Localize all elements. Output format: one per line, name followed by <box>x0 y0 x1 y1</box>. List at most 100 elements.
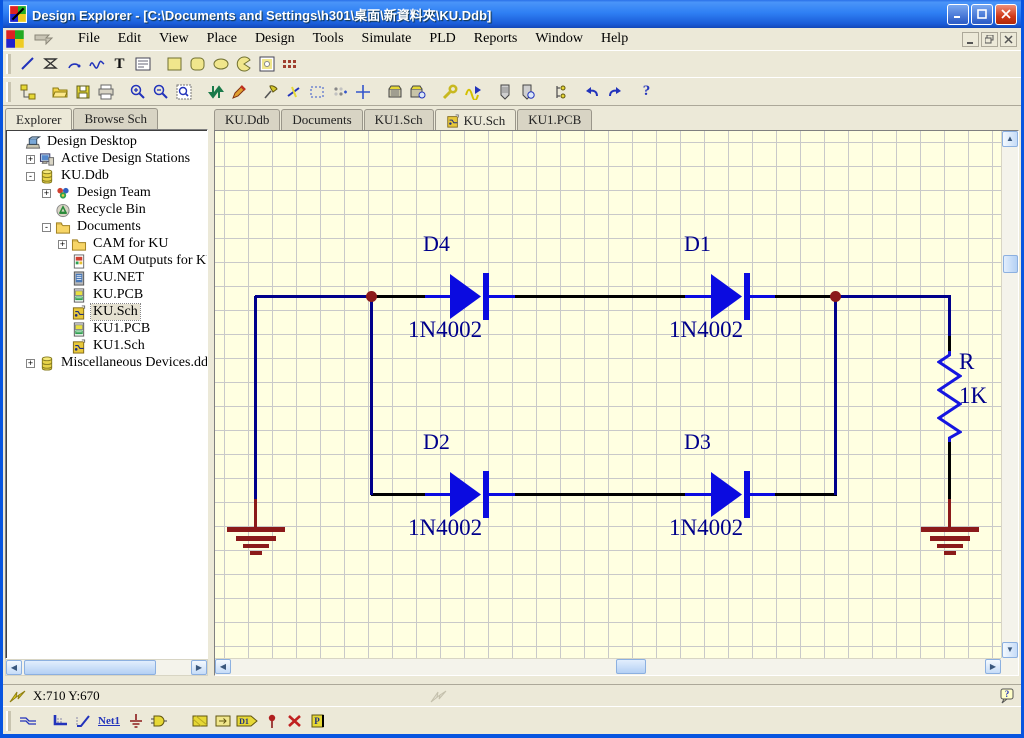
diode-D2[interactable] <box>450 470 492 519</box>
crosshair-icon[interactable] <box>351 81 374 103</box>
bus-entry-tool-icon[interactable] <box>71 710 94 732</box>
tree-item-ku-pcb[interactable]: KU.PCB <box>10 287 207 303</box>
tree-label[interactable]: KU.PCB <box>91 287 145 303</box>
ellipse-tool-icon[interactable] <box>209 53 232 75</box>
rectangle-tool-icon[interactable] <box>163 53 186 75</box>
zoom-area-icon[interactable] <box>172 81 195 103</box>
sheet-entry-tool-icon[interactable] <box>211 710 234 732</box>
menu-simulate[interactable]: Simulate <box>353 29 421 49</box>
doc-tab-ku-ddb[interactable]: KU.Ddb <box>214 109 280 130</box>
polygon-tool-icon[interactable] <box>39 53 62 75</box>
tree-item-miscellaneous-devices[interactable]: + Miscellaneous Devices.ddb <box>10 355 207 371</box>
tree-label[interactable]: Recycle Bin <box>75 202 148 218</box>
maximize-button[interactable] <box>971 4 993 25</box>
part-D4[interactable]: 1N4002 <box>408 317 482 343</box>
line-tool-icon[interactable] <box>16 53 39 75</box>
tree-label[interactable]: KU1.PCB <box>91 321 152 337</box>
junction-tool-icon[interactable] <box>260 710 283 732</box>
text-tool-icon[interactable]: T <box>108 53 131 75</box>
open-document-icon[interactable] <box>48 81 71 103</box>
menu-app-icon[interactable] <box>5 29 25 49</box>
tree-label[interactable]: Miscellaneous Devices.ddb <box>59 355 208 371</box>
tree-item-ku1-pcb[interactable]: KU1.PCB <box>10 321 207 337</box>
tree-item-ku1-sch[interactable]: KU1.Sch <box>10 338 207 354</box>
diode-lead[interactable] <box>425 493 452 496</box>
expander[interactable]: + <box>58 240 67 249</box>
wire[interactable] <box>775 493 837 496</box>
expander[interactable]: + <box>42 189 51 198</box>
select-area-icon[interactable] <box>305 81 328 103</box>
tree-label[interactable]: KU1.Sch <box>91 338 147 354</box>
doc-tab-ku-sch[interactable]: KU.Sch <box>435 109 517 131</box>
wire[interactable] <box>371 493 427 496</box>
mdi-minimize-button[interactable] <box>962 32 979 47</box>
canvas-vertical-scrollbar[interactable]: ▲ ▼ <box>1001 131 1018 658</box>
wire[interactable] <box>255 295 372 298</box>
junction-dot[interactable] <box>830 291 841 302</box>
tab-explorer[interactable]: Explorer <box>5 108 72 130</box>
wire[interactable] <box>948 440 951 501</box>
bezier-tool-icon[interactable] <box>85 53 108 75</box>
menu-window[interactable]: Window <box>526 29 592 49</box>
tree-label[interactable]: CAM for KU <box>91 236 170 252</box>
pie-tool-icon[interactable] <box>232 53 255 75</box>
library-browse-icon[interactable] <box>406 81 429 103</box>
zoom-out-icon[interactable] <box>149 81 172 103</box>
tree-label[interactable]: Design Team <box>75 185 153 201</box>
menu-place[interactable]: Place <box>198 29 246 49</box>
refdes-D4[interactable]: D4 <box>423 231 450 257</box>
menu-tools[interactable]: Tools <box>304 29 353 49</box>
edit-wand-icon[interactable] <box>227 81 250 103</box>
doc-tab-ku1-pcb[interactable]: KU1.PCB <box>517 109 592 130</box>
menu-design[interactable]: Design <box>246 29 304 49</box>
wire[interactable] <box>775 295 837 298</box>
menu-help[interactable]: Help <box>592 29 637 49</box>
move-selection-icon[interactable] <box>328 81 351 103</box>
expander[interactable]: - <box>42 223 51 232</box>
part-D3[interactable]: 1N4002 <box>669 515 743 541</box>
wire[interactable] <box>254 296 257 501</box>
array-paste-tool-icon[interactable] <box>278 53 301 75</box>
refdes-D2[interactable]: D2 <box>423 429 450 455</box>
tree-item-cam-outputs-for-ku[interactable]: CAM Outputs for KU <box>10 253 207 269</box>
wire[interactable] <box>371 295 427 298</box>
expander[interactable]: + <box>26 155 35 164</box>
zoom-in-icon[interactable] <box>126 81 149 103</box>
menu-edit[interactable]: Edit <box>109 29 150 49</box>
bus-tool-icon[interactable] <box>48 710 71 732</box>
toolbar-grip[interactable] <box>6 82 11 102</box>
simulate-run-icon[interactable] <box>461 81 484 103</box>
scroll-up-arrow[interactable]: ▲ <box>1002 131 1018 147</box>
save-icon[interactable] <box>71 81 94 103</box>
refdes-D1[interactable]: D1 <box>684 231 711 257</box>
power-port-tool-icon[interactable] <box>124 710 147 732</box>
menu-reports[interactable]: Reports <box>465 29 527 49</box>
wrench-icon[interactable] <box>438 81 461 103</box>
doc-tab-ku1-sch[interactable]: KU1.Sch <box>364 109 434 130</box>
text-frame-tool-icon[interactable] <box>131 53 154 75</box>
tree-label[interactable]: CAM Outputs for KU <box>91 253 208 269</box>
print-icon[interactable] <box>94 81 117 103</box>
menu-view[interactable]: View <box>150 29 197 49</box>
expander[interactable]: - <box>26 172 35 181</box>
toolbar-grip[interactable] <box>6 54 11 74</box>
scroll-left-arrow[interactable]: ◀ <box>215 659 231 674</box>
explorer-toggle-icon[interactable] <box>16 81 39 103</box>
no-erc-tool-icon[interactable] <box>283 710 306 732</box>
minimize-button[interactable] <box>947 4 969 25</box>
wire[interactable] <box>948 296 951 338</box>
sheet-symbol-tool-icon[interactable] <box>188 710 211 732</box>
value-R[interactable]: 1K <box>959 383 987 409</box>
shield-icon[interactable] <box>493 81 516 103</box>
cutter-icon[interactable] <box>259 81 282 103</box>
junction-dot[interactable] <box>366 291 377 302</box>
menu-pld[interactable]: PLD <box>420 29 464 49</box>
expander[interactable]: + <box>26 359 35 368</box>
annotate-icon[interactable] <box>548 81 571 103</box>
break-wire-icon[interactable] <box>282 81 305 103</box>
title-bar[interactable]: Design Explorer - [C:\Documents and Sett… <box>3 0 1021 28</box>
wire[interactable] <box>515 493 687 496</box>
undo-icon[interactable] <box>580 81 603 103</box>
wire[interactable] <box>834 296 837 495</box>
refdes-R[interactable]: R <box>959 349 974 375</box>
